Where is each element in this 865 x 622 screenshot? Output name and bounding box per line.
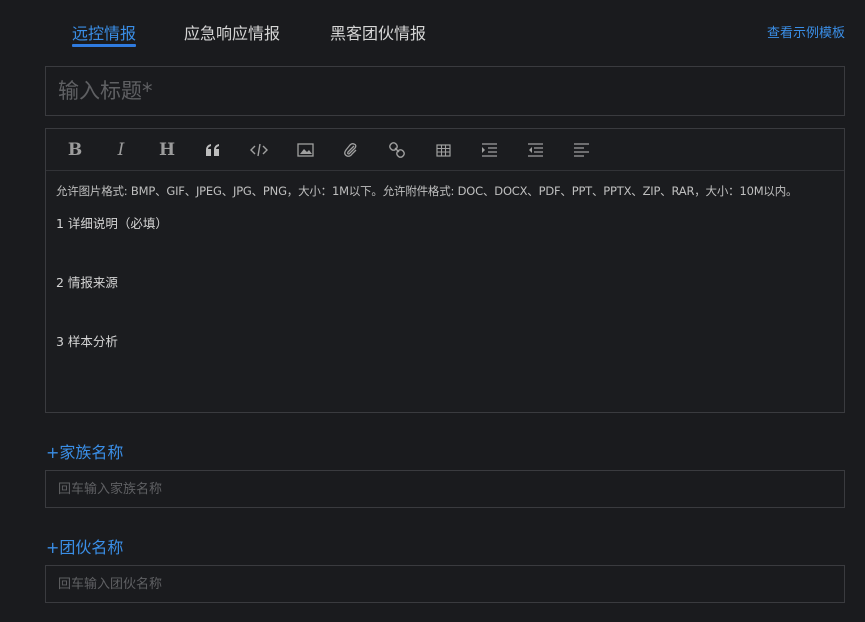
active-tab-indicator [72,44,136,47]
attachment-icon[interactable] [338,138,364,162]
table-icon[interactable] [430,138,456,162]
title-input[interactable] [45,66,845,116]
image-icon[interactable] [292,138,318,162]
tab-bar: 远控情报 应急响应情报 黑客团伙情报 查看示例模板 [0,0,865,52]
outdent-icon[interactable] [522,138,548,162]
align-left-icon[interactable] [568,138,594,162]
indent-icon[interactable] [476,138,502,162]
add-family-name-button[interactable]: +家族名称 [46,439,123,463]
editor-toolbar: B I H [46,129,844,171]
add-gang-name-button[interactable]: +团伙名称 [46,534,123,558]
quote-icon[interactable] [200,138,226,162]
section-detail: 1 详细说明（必填） [56,216,168,231]
view-template-link[interactable]: 查看示例模板 [767,22,845,41]
bold-icon[interactable]: B [62,138,88,162]
tab-emergency-response-intel[interactable]: 应急响应情报 [184,20,280,44]
code-icon[interactable] [246,138,272,162]
gang-name-input[interactable] [45,565,845,603]
heading-icon[interactable]: H [154,138,180,162]
section-source: 2 情报来源 [56,275,118,290]
upload-format-hint: 允许图片格式: BMP、GIF、JPEG、JPG、PNG，大小：1M以下。允许附… [56,184,798,198]
section-sample-analysis: 3 样本分析 [56,334,118,349]
family-name-input[interactable] [45,470,845,508]
tab-remote-control-intel[interactable]: 远控情报 [72,20,136,44]
editor-content[interactable]: 允许图片格式: BMP、GIF、JPEG、JPG、PNG，大小：1M以下。允许附… [46,171,844,349]
rich-text-editor: B I H 允许图片格式: BMP、GIF、JPEG、JPG、PNG，大小：1M… [45,128,845,413]
link-icon[interactable] [384,138,410,162]
tab-hacker-gang-intel[interactable]: 黑客团伙情报 [330,20,426,44]
italic-icon[interactable]: I [108,138,134,162]
